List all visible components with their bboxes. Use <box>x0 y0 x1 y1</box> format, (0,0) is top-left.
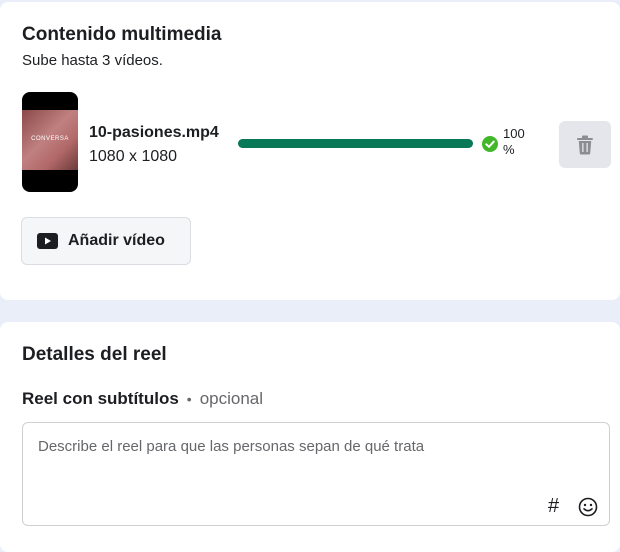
upload-progress-text: 100 % <box>503 126 533 158</box>
caption-textarea[interactable]: Describe el reel para que las personas s… <box>22 422 610 526</box>
caption-label: Reel con subtítulos <box>22 389 179 408</box>
check-circle-icon <box>482 136 498 152</box>
emoji-icon[interactable] <box>578 497 598 517</box>
file-dimensions: 1080 x 1080 <box>89 148 178 165</box>
upload-progress-bar <box>238 139 473 148</box>
upload-progress-value: 100 <box>503 126 525 141</box>
details-section-title: Detalles del reel <box>22 344 167 365</box>
caption-placeholder: Describe el reel para que las personas s… <box>38 438 425 455</box>
caption-separator: • <box>186 391 192 407</box>
media-section-title: Contenido multimedia <box>22 24 222 45</box>
caption-optional-label: opcional <box>199 389 264 408</box>
media-card: Contenido multimedia Sube hasta 3 vídeos… <box>0 2 620 300</box>
hashtag-icon[interactable]: # <box>548 495 559 518</box>
delete-video-button[interactable] <box>559 121 611 168</box>
file-name: 10-pasiones.mp4 <box>89 124 219 141</box>
video-thumbnail[interactable]: CONVERSA <box>22 92 78 192</box>
media-section-subtitle: Sube hasta 3 vídeos. <box>22 52 163 69</box>
caption-label-row: Reel con subtítulos • opcional <box>22 389 263 409</box>
reel-details-card: Detalles del reel Reel con subtítulos • … <box>0 322 620 552</box>
upload-progress-fill <box>238 139 473 148</box>
add-video-label: Añadir vídeo <box>68 232 165 249</box>
upload-progress-unit: % <box>503 142 515 157</box>
trash-icon <box>577 135 593 154</box>
video-play-icon <box>37 233 58 249</box>
thumbnail-caption: CONVERSA <box>31 136 69 142</box>
add-video-button[interactable]: Añadir vídeo <box>21 217 191 265</box>
